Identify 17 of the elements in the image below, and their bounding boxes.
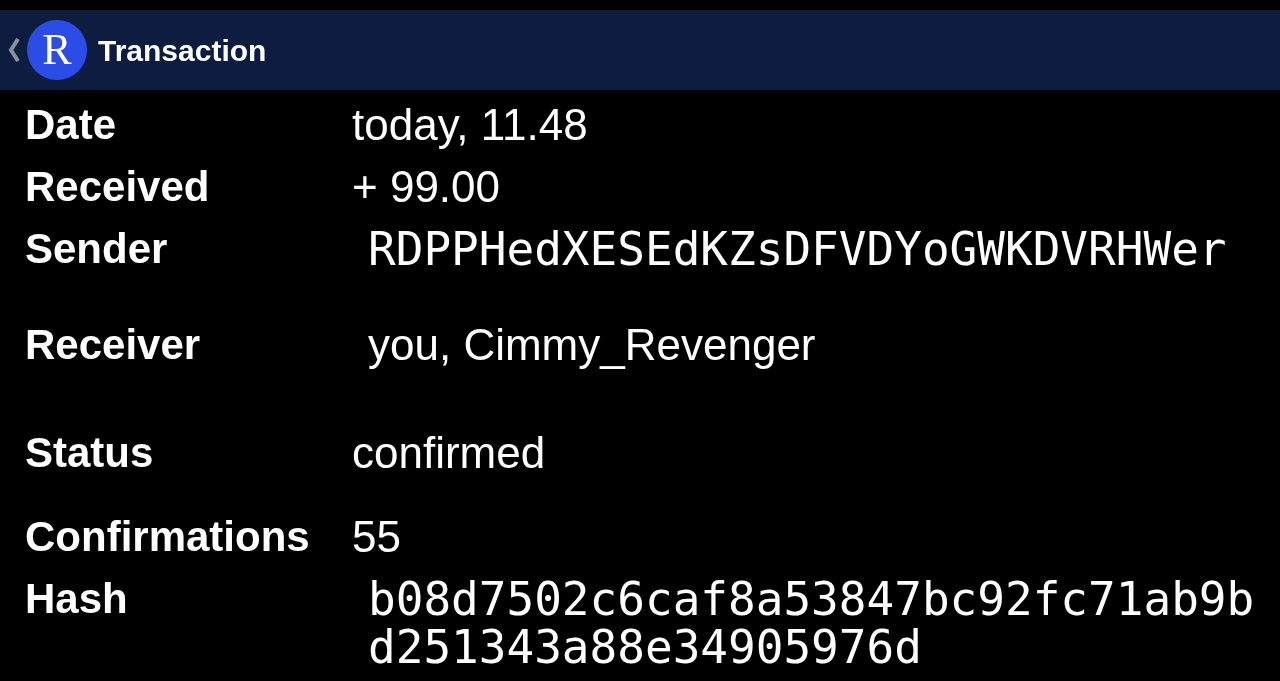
code-value: RDPPHedXESEdKZsDFVDYoGWKDVRHWer bbox=[368, 221, 1228, 273]
app-logo: R bbox=[27, 20, 87, 80]
field-label: Status bbox=[25, 428, 155, 478]
field-label: Hash bbox=[25, 574, 129, 624]
code-value: b08d7502c6caf8a53847bc92fc71ab9bd251343a88e34905976d bbox=[368, 571, 1255, 671]
field-value: confirmed bbox=[352, 427, 546, 479]
field-value: you, Cimmy_Revenger bbox=[368, 319, 816, 371]
field-label: Confirmations bbox=[25, 512, 311, 562]
screen-title: Transaction bbox=[98, 32, 267, 69]
field-label: Receiver bbox=[25, 320, 202, 370]
field-value: + 99.00 bbox=[352, 161, 501, 213]
field-label: Received bbox=[25, 162, 211, 212]
field-value: today, 11.48 bbox=[352, 99, 588, 151]
field-value: 55 bbox=[352, 511, 401, 563]
chevron-left-icon[interactable] bbox=[8, 38, 20, 62]
field-label: Date bbox=[25, 100, 118, 150]
field-label: Sender bbox=[25, 224, 169, 274]
